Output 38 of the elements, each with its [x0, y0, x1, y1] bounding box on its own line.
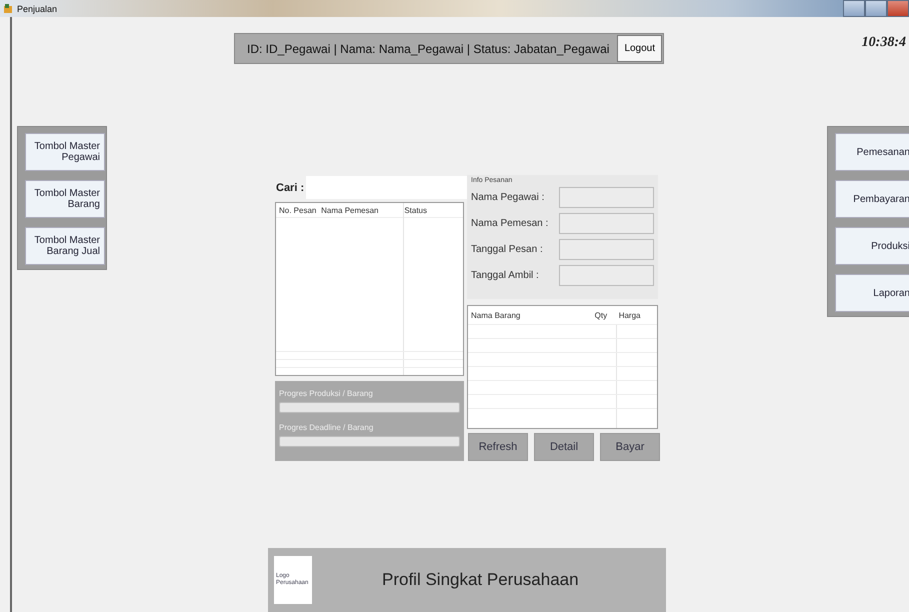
action-button[interactable]: Refresh: [468, 433, 528, 461]
progress-label: Progres Deadline / Barang: [279, 423, 374, 432]
menu-button[interactable]: Pembayaran: [835, 180, 909, 218]
minimize-button[interactable]: [843, 0, 865, 17]
menu-button[interactable]: Pemesanan: [835, 133, 909, 171]
field-label: Nama Pemesan :: [471, 218, 548, 228]
column-header: Harga: [618, 310, 642, 320]
menu-button[interactable]: Produksi: [835, 227, 909, 265]
menu-button[interactable]: Tombol Master Pegawai: [25, 133, 105, 171]
menu-button[interactable]: Tombol Master Barang: [25, 180, 105, 218]
input-field[interactable]: [559, 264, 654, 286]
column-header: Qty: [594, 310, 608, 320]
window-title: Penjualan: [17, 4, 58, 14]
menu-button[interactable]: Laporan: [835, 274, 909, 312]
action-button[interactable]: Bayar: [600, 433, 660, 461]
input-field[interactable]: [559, 186, 654, 208]
column-header: Status: [403, 206, 428, 214]
logout-button[interactable]: Logout: [617, 35, 662, 62]
clock: 10:38:4: [862, 35, 906, 51]
column-header: No. Pesan: [278, 206, 318, 214]
items-table[interactable]: Nama Barang Qty Harga: [467, 305, 658, 429]
field-label: Tanggal Pesan :: [471, 244, 543, 254]
field-label: Nama Pegawai :: [471, 192, 544, 202]
input-field[interactable]: [559, 238, 654, 260]
column-header: Nama Pemesan: [320, 206, 380, 214]
column-header: Nama Barang: [470, 310, 522, 320]
orders-table[interactable]: No. Pesan Nama Pemesan Status: [275, 202, 464, 376]
close-button[interactable]: [887, 0, 909, 17]
search-label: Cari :: [276, 182, 304, 194]
progress-label: Progres Produksi / Barang: [279, 389, 374, 398]
action-button[interactable]: Detail: [534, 433, 594, 461]
app-icon: [3, 4, 13, 14]
company-profile: Profil Singkat Perusahaan: [382, 570, 579, 590]
maximize-button[interactable]: [865, 0, 887, 17]
user-info: ID: ID_Pegawai | Nama: Nama_Pegawai | Status: Jabatan_Pegawai: [247, 42, 610, 56]
menu-button[interactable]: Tombol Master Barang Jual: [25, 227, 105, 265]
input-field[interactable]: [559, 212, 654, 234]
field-label: Tanggal Ambil :: [471, 270, 539, 280]
